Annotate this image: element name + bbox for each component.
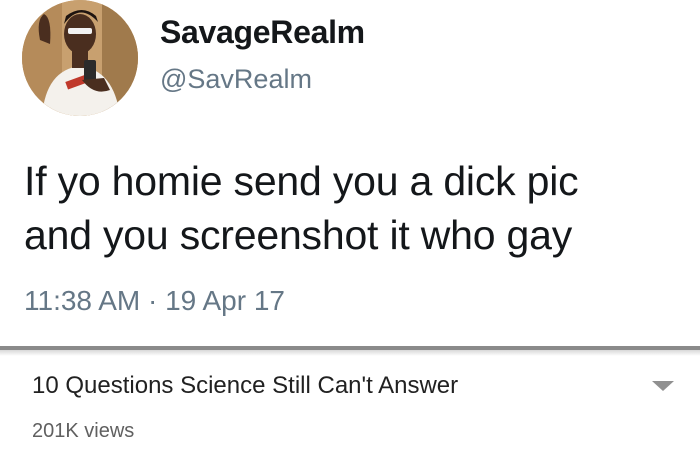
screenshot: SavageRealm @SavRealm If yo homie send y… <box>0 0 700 467</box>
avatar-image <box>22 0 138 116</box>
divider-shadow <box>0 350 700 356</box>
profile-avatar[interactable] <box>22 0 138 116</box>
view-count: 201K views <box>32 420 135 442</box>
display-name[interactable]: SavageRealm <box>160 14 365 51</box>
chevron-down-icon[interactable] <box>650 376 676 396</box>
user-handle[interactable]: @SavRealm <box>160 64 312 95</box>
tweet-text: If yo homie send you a dick pic and you … <box>24 154 684 262</box>
tweet-text-line: If yo homie send you a dick pic <box>24 158 579 204</box>
tweet-card: SavageRealm @SavRealm If yo homie send y… <box>0 0 700 348</box>
tweet-text-line: and you screenshot it who gay <box>24 212 573 258</box>
video-title[interactable]: 10 Questions Science Still Can't Answer <box>32 372 458 400</box>
tweet-timestamp[interactable]: 11:38 AM · 19 Apr 17 <box>24 285 285 317</box>
